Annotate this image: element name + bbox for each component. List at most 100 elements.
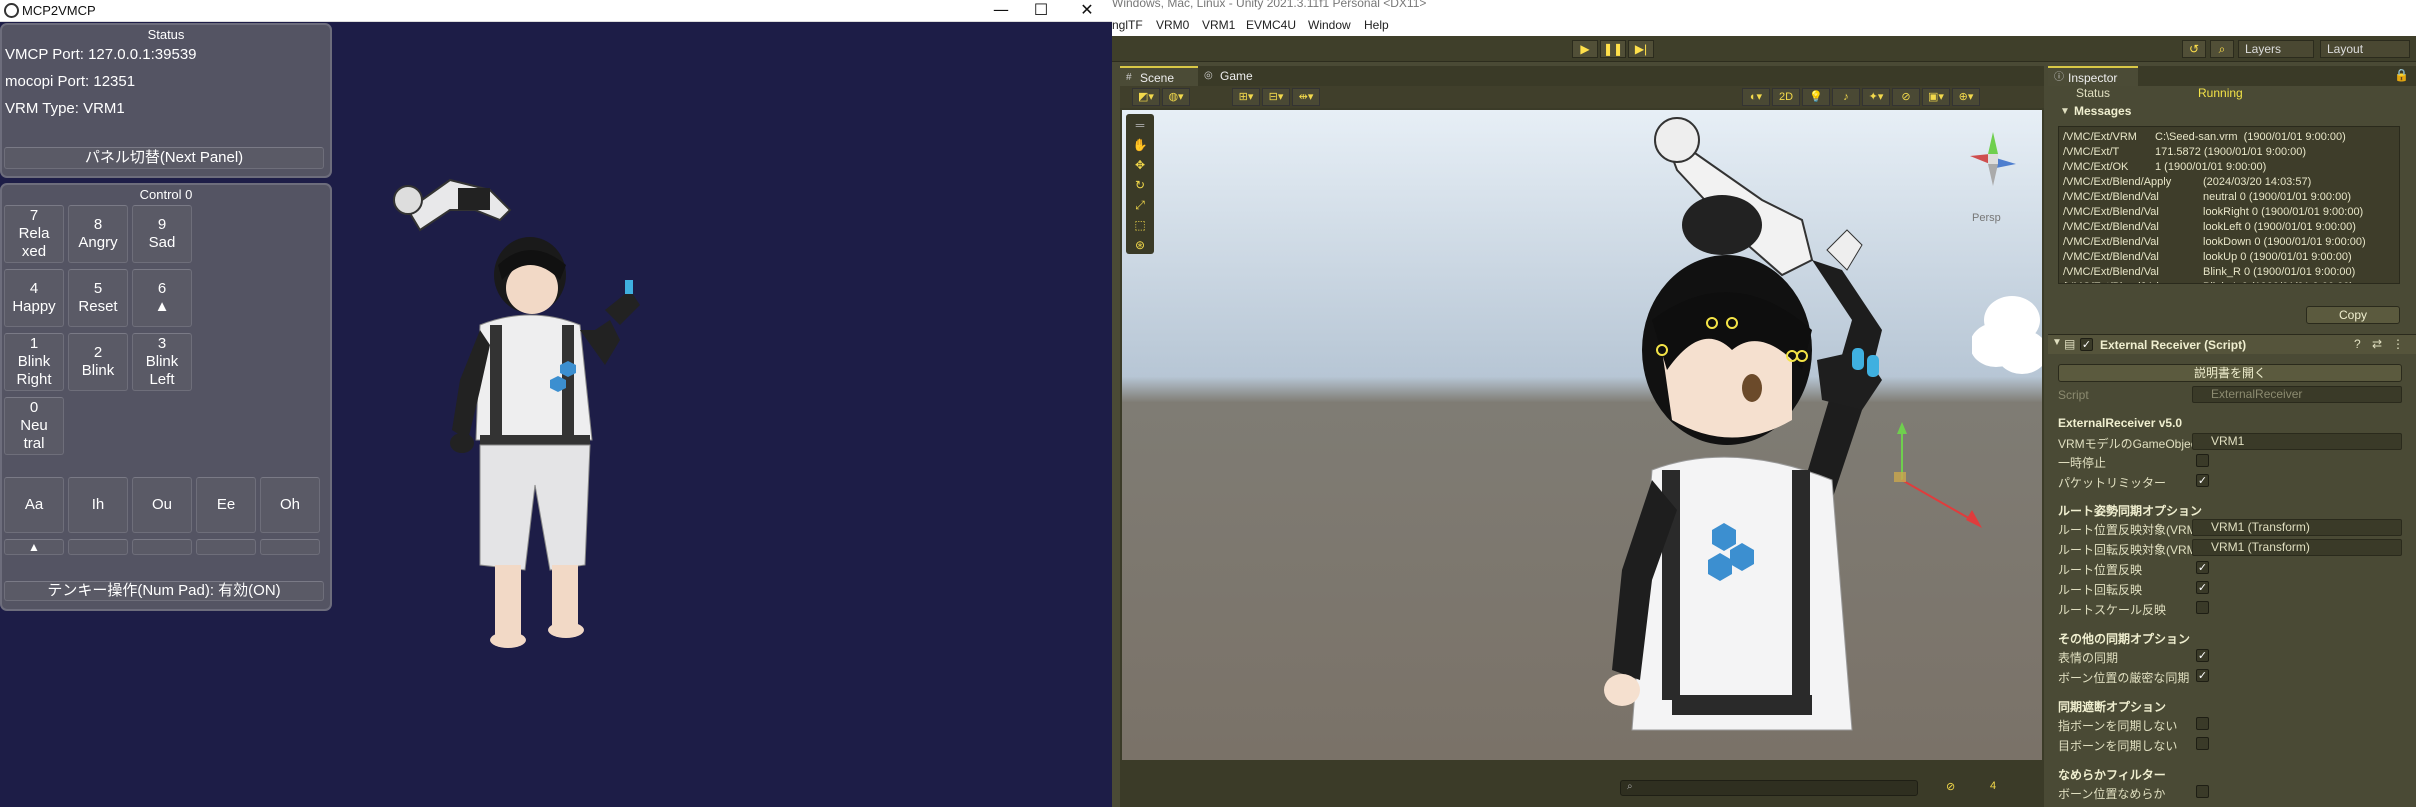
inspector-tab-bar: ⓘ Inspector 🔒 bbox=[2048, 66, 2416, 86]
numpad-key-9-button[interactable]: 9 Sad bbox=[132, 205, 192, 263]
component-title: External Receiver (Script) bbox=[2100, 338, 2247, 352]
numpad-key-0-button[interactable]: 0 Neu tral bbox=[4, 397, 64, 455]
message-value: (2024/03/20 14:03:57) bbox=[2203, 176, 2312, 188]
vowel-slot-button[interactable] bbox=[132, 539, 192, 555]
fx-icon[interactable]: ✦▾ bbox=[1862, 88, 1890, 106]
message-value: lookLeft 0 (1900/01/01 9:00:00) bbox=[2203, 221, 2356, 233]
audio-icon[interactable]: ♪ bbox=[1832, 88, 1860, 106]
scene-search-input[interactable]: ⌕ bbox=[1620, 780, 1918, 796]
help-icon[interactable]: ? bbox=[2354, 337, 2361, 351]
vowel-ee-button[interactable]: Ee bbox=[196, 477, 256, 533]
root-scale-label: ルートスケール反映 bbox=[2058, 603, 2167, 617]
close-icon[interactable]: ✕ bbox=[1064, 0, 1110, 22]
finger-bone-checkbox[interactable] bbox=[2196, 717, 2209, 730]
unity-window: Windows, Mac, Linux - Unity 2021.3.11f1 … bbox=[1112, 0, 2416, 807]
control-panel-header: Control 0 bbox=[139, 187, 193, 202]
vrm-model-field[interactable]: VRM1 bbox=[2192, 433, 2402, 450]
tab-scene[interactable]: # Scene bbox=[1120, 66, 1198, 86]
numpad-key-3-button[interactable]: 3 Blink Left bbox=[132, 333, 192, 391]
search-icon[interactable]: ⌕ bbox=[2210, 40, 2234, 58]
menu-evmc4u[interactable]: EVMC4U bbox=[1246, 18, 1296, 32]
vowel-oh-button[interactable]: Oh bbox=[260, 477, 320, 533]
menu-vrm0[interactable]: VRM0 bbox=[1156, 18, 1189, 32]
component-menu-icon[interactable]: ⋮ bbox=[2392, 337, 2404, 351]
tab-inspector[interactable]: ⓘ Inspector bbox=[2048, 66, 2138, 86]
camera-icon[interactable]: ▣▾ bbox=[1922, 88, 1950, 106]
pause-icon[interactable]: ❚❚ bbox=[1600, 40, 1626, 58]
move-tool-icon[interactable]: ✥ bbox=[1130, 156, 1150, 174]
component-enabled-checkbox[interactable]: ✓ bbox=[2080, 338, 2093, 351]
lighting-icon[interactable]: 💡 bbox=[1802, 88, 1830, 106]
vowel-slot-button[interactable] bbox=[68, 539, 128, 555]
vowel-ih-button[interactable]: Ih bbox=[68, 477, 128, 533]
hand-tool-icon[interactable]: ✋ bbox=[1130, 136, 1150, 154]
maximize-icon[interactable]: ☐ bbox=[1018, 0, 1064, 22]
messages-box[interactable]: /VMC/Ext/VRM C:\Seed-san.vrm (1900/01/01 … bbox=[2058, 126, 2400, 284]
numpad-key-1-button[interactable]: 1 Blink Right bbox=[4, 333, 64, 391]
numpad-key-8-button[interactable]: 8 Angry bbox=[68, 205, 128, 263]
pause-checkbox[interactable] bbox=[2196, 454, 2209, 467]
numpad-key-6-button[interactable]: 6 ▲ bbox=[132, 269, 192, 327]
bone-pos-smooth-checkbox[interactable] bbox=[2196, 785, 2209, 798]
gizmos-icon[interactable]: ⊕▾ bbox=[1952, 88, 1980, 106]
root-rot-checkbox[interactable]: ✓ bbox=[2196, 581, 2209, 594]
drag-handle-icon[interactable]: ═ bbox=[1130, 116, 1150, 134]
bone-pos-sync-checkbox[interactable]: ✓ bbox=[2196, 669, 2209, 682]
numpad-toggle-button[interactable]: テンキー操作(Num Pad): 有効(ON) bbox=[4, 581, 324, 601]
open-manual-button[interactable]: 説明書を開く bbox=[2058, 364, 2402, 382]
menu-ngltf[interactable]: nglTF bbox=[1112, 18, 1143, 32]
expression-sync-checkbox[interactable]: ✓ bbox=[2196, 649, 2209, 662]
shading-mode-icon[interactable]: ◩▾ bbox=[1132, 88, 1160, 106]
menu-help[interactable]: Help bbox=[1364, 18, 1389, 32]
snap-increment-icon[interactable]: ⊟▾ bbox=[1262, 88, 1290, 106]
lock-icon[interactable]: 🔒 bbox=[2394, 68, 2409, 82]
numpad-key-7-button[interactable]: 7 Rela xed bbox=[4, 205, 64, 263]
root-scale-checkbox[interactable] bbox=[2196, 601, 2209, 614]
component-foldout-icon[interactable]: ▼ bbox=[2052, 337, 2062, 348]
layout-dropdown[interactable]: Layout bbox=[2320, 40, 2410, 58]
layers-dropdown[interactable]: Layers bbox=[2238, 40, 2314, 58]
scene-viewport[interactable]: ═ ✋ ✥ ↻ ⤢ ⬚ ⊛ Persp bbox=[1122, 110, 2042, 760]
preset-icon[interactable]: ⇄ bbox=[2372, 337, 2382, 351]
numpad-key-5-button[interactable]: 5 Reset bbox=[68, 269, 128, 327]
mcp2vmcp-window: MCP2VMCP — ☐ ✕ Status VMCP Port: 127.0.0… bbox=[0, 0, 1112, 807]
rotate-tool-icon[interactable]: ↻ bbox=[1130, 176, 1150, 194]
grid-snap-icon[interactable]: ⊞▾ bbox=[1232, 88, 1260, 106]
root-pos-target-field[interactable]: VRM1 (Transform) bbox=[2192, 519, 2402, 536]
rect-tool-icon[interactable]: ⬚ bbox=[1130, 216, 1150, 234]
numpad-key-4-button[interactable]: 4 Happy bbox=[4, 269, 64, 327]
tool-strip: ═ ✋ ✥ ↻ ⤢ ⬚ ⊛ bbox=[1126, 114, 1154, 254]
scale-tool-icon[interactable]: ⤢ bbox=[1130, 196, 1150, 214]
menu-vrm1[interactable]: VRM1 bbox=[1202, 18, 1235, 32]
numpad-key-2-button[interactable]: 2 Blink bbox=[68, 333, 128, 391]
copy-button[interactable]: Copy bbox=[2306, 306, 2400, 324]
scene-avatar[interactable] bbox=[1502, 110, 2042, 760]
messages-foldout-icon[interactable]: ▼ bbox=[2060, 106, 2070, 117]
step-icon[interactable]: ▶| bbox=[1628, 40, 1654, 58]
menu-window[interactable]: Window bbox=[1308, 18, 1351, 32]
message-address: /VMC/Ext/Blend/Val bbox=[2063, 266, 2159, 278]
packet-limiter-checkbox[interactable]: ✓ bbox=[2196, 474, 2209, 487]
2d-toggle[interactable]: 2D bbox=[1772, 88, 1800, 106]
sphere-icon[interactable]: ◐▾ bbox=[1742, 88, 1770, 106]
tab-game[interactable]: ◎ Game bbox=[1200, 66, 1266, 86]
next-panel-button[interactable]: パネル切替(Next Panel) bbox=[4, 147, 324, 169]
draw-mode-icon[interactable]: ◍▾ bbox=[1162, 88, 1190, 106]
vowel-aa-button[interactable]: Aa bbox=[4, 477, 64, 533]
root-rot-target-label: ルート回転反映対象(VRM bbox=[2058, 543, 2197, 557]
vowel-ou-button[interactable]: Ou bbox=[132, 477, 192, 533]
root-rot-target-field[interactable]: VRM1 (Transform) bbox=[2192, 539, 2402, 556]
vowel-arrow-button[interactable]: ▲ bbox=[4, 539, 64, 555]
gizmo-toggle-icon[interactable]: ⇹▾ bbox=[1292, 88, 1320, 106]
hidden-count-icon[interactable]: ⊘ bbox=[1946, 780, 1955, 793]
history-icon[interactable]: ↺ bbox=[2182, 40, 2206, 58]
hidden-objects-icon[interactable]: ⊘ bbox=[1892, 88, 1920, 106]
vowel-slot-button[interactable] bbox=[260, 539, 320, 555]
play-icon[interactable]: ▶ bbox=[1572, 40, 1598, 58]
transform-tool-icon[interactable]: ⊛ bbox=[1130, 236, 1150, 254]
finger-bone-label: 指ボーンを同期しない bbox=[2058, 719, 2178, 733]
numpad-key-number: 2 bbox=[93, 344, 103, 361]
root-pos-checkbox[interactable]: ✓ bbox=[2196, 561, 2209, 574]
vowel-slot-button[interactable] bbox=[196, 539, 256, 555]
eye-bone-checkbox[interactable] bbox=[2196, 737, 2209, 750]
